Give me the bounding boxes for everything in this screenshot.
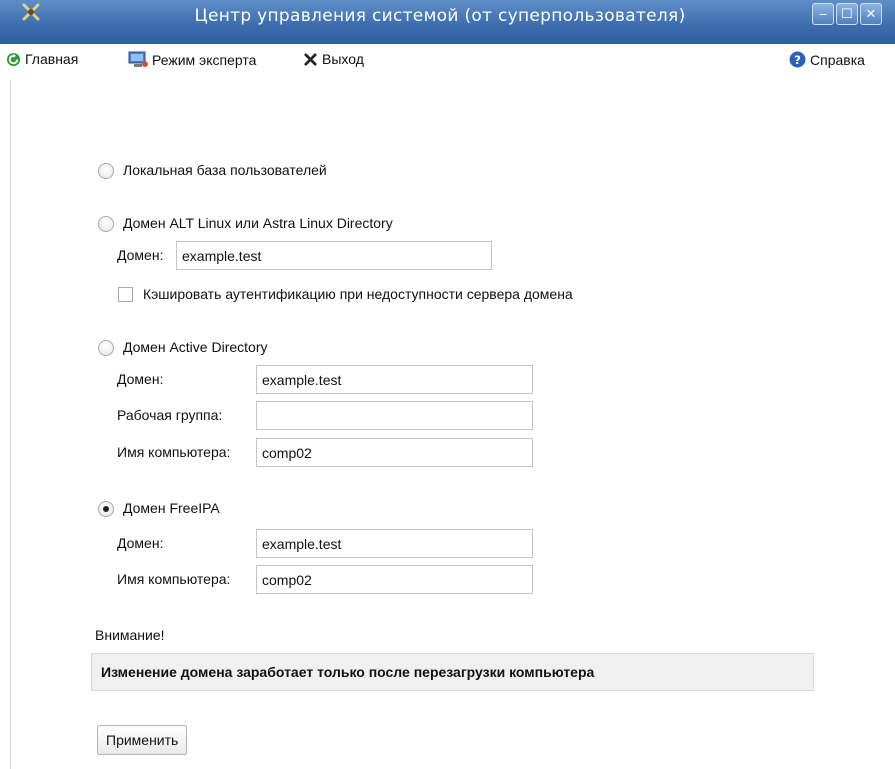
radio-alt-domain-label[interactable]: Домен ALT Linux или Astra Linux Director… xyxy=(123,215,393,231)
svg-text:?: ? xyxy=(794,53,801,67)
ad-computer-input[interactable] xyxy=(256,438,533,467)
freeipa-computer-label: Имя компьютера: xyxy=(117,571,231,587)
notice-box: Изменение домена заработает только после… xyxy=(91,653,814,691)
close-button[interactable]: ✕ xyxy=(860,3,882,25)
ad-workgroup-input[interactable] xyxy=(256,401,533,430)
radio-ad-domain-label[interactable]: Домен Active Directory xyxy=(123,339,267,355)
alt-domain-input[interactable] xyxy=(176,241,492,270)
help-label: Справка xyxy=(810,51,865,68)
ad-domain-input[interactable] xyxy=(256,365,533,394)
maximize-icon: ☐ xyxy=(841,6,853,21)
freeipa-domain-input[interactable] xyxy=(256,529,533,558)
freeipa-domain-label: Домен: xyxy=(117,535,164,551)
home-label: Главная xyxy=(25,51,79,67)
close-icon: ✕ xyxy=(865,6,877,21)
window-title: Центр управления системой (от суперпольз… xyxy=(194,6,686,26)
radio-ad-domain[interactable] xyxy=(98,340,114,356)
radio-freeipa-domain-label[interactable]: Домен FreeIPA xyxy=(123,500,220,516)
home-button[interactable]: Главная xyxy=(6,51,78,67)
maximize-button[interactable]: ☐ xyxy=(836,3,858,25)
radio-local-users-label[interactable]: Локальная база пользователей xyxy=(123,162,327,178)
cache-auth-label[interactable]: Кэшировать аутентификацию при недоступно… xyxy=(143,286,573,302)
ad-domain-label: Домен: xyxy=(117,371,164,387)
freeipa-computer-input[interactable] xyxy=(256,565,533,594)
title-bar: Центр управления системой (от суперпольз… xyxy=(0,0,895,44)
help-icon: ? xyxy=(789,51,806,68)
app-icon xyxy=(22,3,40,21)
exit-button[interactable]: Выход xyxy=(303,51,364,67)
expert-mode-label: Режим эксперта xyxy=(152,51,257,68)
ad-computer-label: Имя компьютера: xyxy=(117,444,231,460)
cache-auth-checkbox[interactable] xyxy=(118,287,133,302)
radio-alt-domain[interactable] xyxy=(98,216,114,232)
home-icon xyxy=(6,52,21,66)
radio-local-users[interactable] xyxy=(98,163,114,179)
expert-mode-button[interactable]: Режим эксперта xyxy=(128,51,256,68)
alt-domain-label: Домен: xyxy=(117,247,164,263)
exit-label: Выход xyxy=(322,51,364,67)
exit-icon xyxy=(304,52,317,66)
minimize-button[interactable]: – xyxy=(812,3,834,25)
notice-text: Изменение домена заработает только после… xyxy=(101,664,595,680)
monitor-icon xyxy=(128,51,148,67)
help-button[interactable]: ? Справка xyxy=(789,51,865,68)
apply-button[interactable]: Применить xyxy=(97,725,188,755)
notice-heading: Внимание! xyxy=(95,627,165,643)
minimize-icon: – xyxy=(819,6,827,21)
toolbar: Главная Режим эксперта Выход ? Справка xyxy=(0,44,895,80)
radio-freeipa-domain[interactable] xyxy=(98,501,114,517)
ad-workgroup-label: Рабочая группа: xyxy=(117,407,223,423)
